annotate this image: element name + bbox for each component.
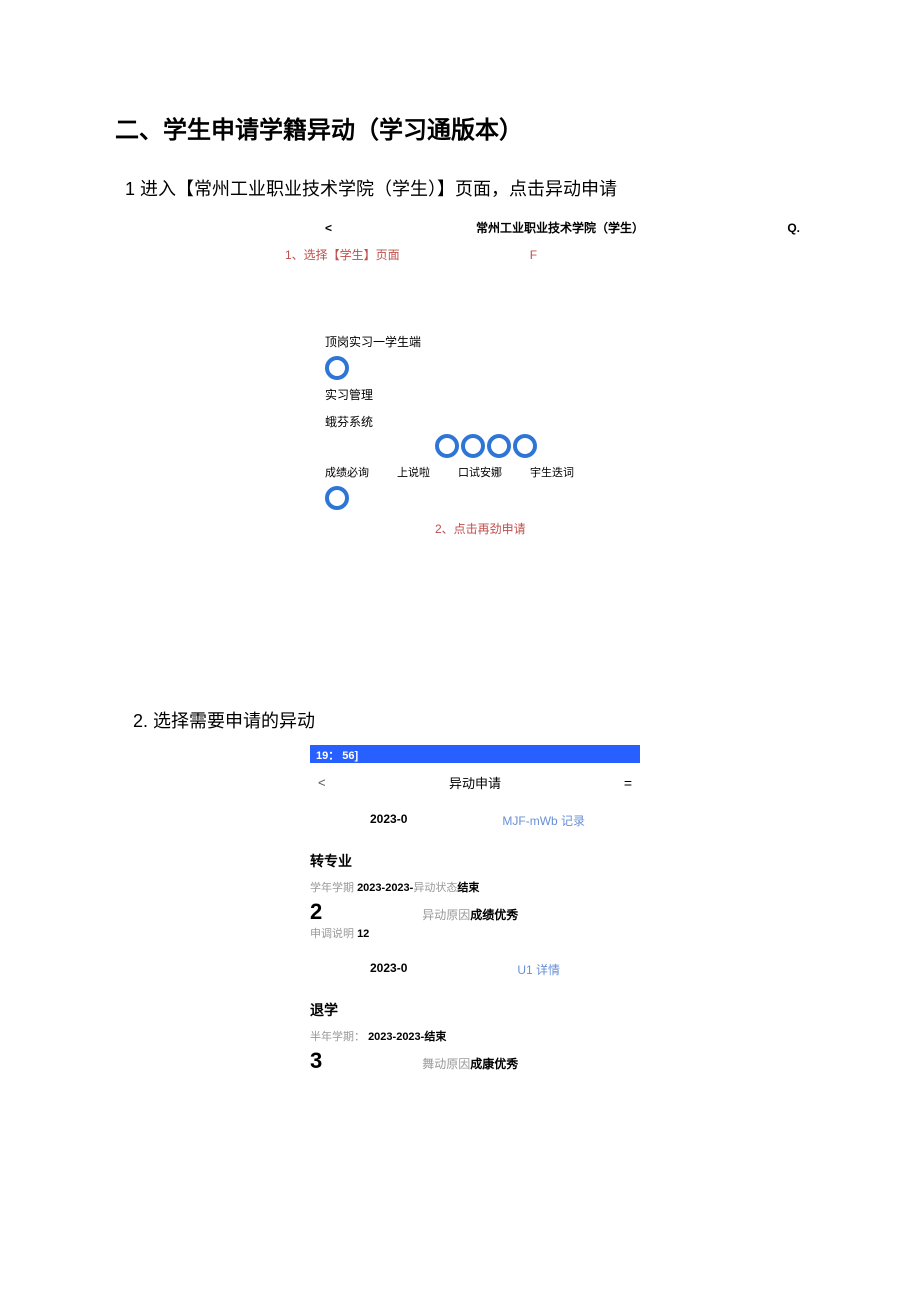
desc-label: 申调说明 — [310, 928, 354, 940]
section-title-internship: 顶岗实习一学生端 — [325, 333, 805, 350]
reason-label-2: 舞动原因 — [422, 1055, 470, 1072]
annotation-1-text: 1、选择【学生】页面 — [285, 246, 400, 263]
tab-current[interactable]: 2023-0 — [370, 812, 407, 829]
screenshot-1: < 常州工业职业技术学院（学生） Q. 1、选择【学生】页面 F 顶岗实习一学生… — [325, 219, 805, 537]
state-value: 结束 — [457, 882, 479, 894]
label-item-2: 上说啦 — [397, 464, 430, 480]
label-item-3: 口试安娜 — [458, 464, 502, 480]
big-number: 2 — [310, 899, 322, 925]
labels-row: 成绩必询 上说啦 口试安娜 宇生迭词 — [325, 464, 805, 480]
footer-detail-link[interactable]: U1 详情 — [517, 961, 560, 978]
annotation-2: 2、点击再劲申请 — [435, 520, 805, 537]
meta-term: 学年学期 2023-2023-异动状态结束 — [310, 879, 640, 895]
big-number-2: 3 — [310, 1048, 322, 1074]
page-title-2: 异动申请 — [338, 773, 612, 792]
annotation-1: 1、选择【学生】页面 F — [285, 246, 805, 263]
screenshot-2: 19： 56] < 异动申请 = 2023-0 MJF-mWb 记录 转专业 学… — [310, 745, 640, 1082]
back-icon[interactable]: < — [325, 221, 345, 235]
footer-left: 2023-0 — [370, 961, 407, 978]
reason-row-2: 3 舞动原因成康优秀 — [310, 1048, 640, 1074]
step-1-heading: 1 进入【常州工业职业技术学院（学生）】页面，点击异动申请 — [125, 175, 805, 201]
desc-value: 12 — [357, 928, 369, 940]
state-label: 异动状态 — [413, 882, 457, 894]
term-label-2: 半年学期： — [310, 1031, 365, 1043]
meta-term-2: 半年学期： 2023-2023-结束 — [310, 1028, 640, 1044]
term-value: 2023-2023- — [357, 882, 413, 894]
desc-row: 申调说明 12 — [310, 925, 640, 941]
search-icon[interactable]: Q. — [775, 221, 805, 235]
status-bar: 19： 56] — [310, 745, 640, 763]
reason-value: 成绩优秀 — [470, 906, 518, 923]
menu-icon[interactable]: = — [612, 775, 632, 791]
label-grade-query: 成绩必询 — [325, 464, 369, 480]
status-time: 19： 56] — [316, 750, 358, 762]
circle-icon[interactable] — [513, 434, 537, 458]
tab-row: 2023-0 MJF-mWb 记录 — [310, 802, 640, 837]
icon-row-1 — [325, 356, 805, 380]
icon-row-2 — [435, 434, 805, 458]
annotation-1-extra: F — [530, 248, 537, 262]
icon-row-3 — [325, 486, 805, 510]
back-icon[interactable]: < — [318, 775, 338, 790]
circle-icon[interactable] — [325, 486, 349, 510]
card-transfer-major[interactable]: 转专业 学年学期 2023-2023-异动状态结束 2 异动原因成绩优秀 申调说… — [310, 837, 640, 953]
label-item-4: 宇生迭词 — [530, 464, 574, 480]
term-value-2: 2023-2023-结束 — [368, 1031, 446, 1043]
app-header: < 常州工业职业技术学院（学生） Q. — [325, 219, 805, 236]
reason-row: 2 异动原因成绩优秀 — [310, 899, 640, 925]
step-2-heading: 2. 选择需要申请的异动 — [133, 707, 805, 733]
reason-label: 异动原因 — [422, 906, 470, 923]
card-title: 转专业 — [310, 851, 640, 871]
page-title: 常州工业职业技术学院（学生） — [345, 219, 775, 236]
circle-icon[interactable] — [325, 356, 349, 380]
term-label: 学年学期 — [310, 882, 354, 894]
circle-icon[interactable] — [435, 434, 459, 458]
card-title-2: 退学 — [310, 1000, 640, 1020]
circle-icon[interactable] — [487, 434, 511, 458]
tab-records[interactable]: MJF-mWb 记录 — [502, 812, 585, 829]
app-header-2: < 异动申请 = — [310, 763, 640, 802]
card-withdraw[interactable]: 退学 半年学期： 2023-2023-结束 3 舞动原因成康优秀 — [310, 986, 640, 1082]
reason-value-2: 成康优秀 — [470, 1055, 518, 1072]
circle-icon[interactable] — [461, 434, 485, 458]
section-title-system: 蛾芬系统 — [325, 413, 805, 430]
doc-heading: 二、学生申请学籍异动（学习通版本） — [115, 110, 805, 145]
footer-row-1: 2023-0 U1 详情 — [310, 953, 640, 986]
label-internship-manage: 实习管理 — [325, 386, 805, 403]
